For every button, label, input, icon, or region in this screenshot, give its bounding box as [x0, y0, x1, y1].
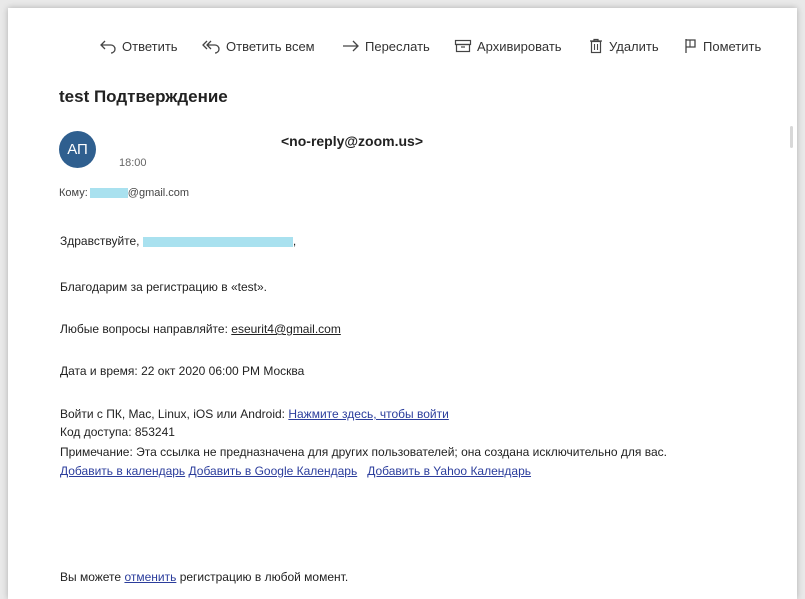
- add-google-calendar-link[interactable]: Добавить в Google Календарь: [189, 464, 358, 478]
- archive-label: Архивировать: [477, 38, 562, 54]
- reply-label: Ответить: [122, 38, 178, 54]
- recipient-row: Кому: @gmail.com: [59, 187, 189, 199]
- flag-icon: [685, 39, 696, 53]
- cancel-registration-link[interactable]: отменить: [124, 570, 176, 584]
- forward-button[interactable]: Переслать: [342, 34, 430, 58]
- archive-icon: [454, 39, 472, 53]
- datetime-line: Дата и время: 22 окт 2020 06:00 PM Москв…: [60, 364, 305, 378]
- questions-line: Любые вопросы направляйте: eseurit4@gmai…: [60, 322, 341, 336]
- join-line: Войти с ПК, Mac, Linux, iOS или Android:…: [60, 407, 449, 421]
- note-line: Примечание: Эта ссылка не предназначена …: [60, 445, 668, 459]
- calendar-links-line: Добавить в календарь Добавить в Google К…: [60, 464, 531, 478]
- thanks-line: Благодарим за регистрацию в «test».: [60, 280, 267, 294]
- reply-button[interactable]: Ответить: [99, 34, 178, 58]
- greeting-line: Здравствуйте, ,: [60, 234, 296, 248]
- avatar-initials: АП: [67, 141, 88, 158]
- reply-icon: [100, 40, 116, 54]
- questions-label: Любые вопросы направляйте:: [60, 322, 228, 336]
- reply-all-button[interactable]: Ответить всем: [201, 34, 315, 58]
- email-window: Ответить Ответить всем Переслать Архивир…: [8, 8, 797, 599]
- reply-all-icon: [202, 40, 220, 54]
- greeting-text: Здравствуйте,: [60, 234, 140, 248]
- redacted-recipient: [89, 188, 128, 198]
- scrollbar-thumb[interactable]: [790, 126, 793, 148]
- message-time: 18:00: [119, 157, 147, 169]
- add-calendar-link[interactable]: Добавить в календарь: [60, 464, 185, 478]
- trash-icon: [590, 38, 602, 54]
- access-code-line: Код доступа: 853241: [60, 425, 175, 439]
- join-link[interactable]: Нажмите здесь, чтобы войти: [288, 407, 448, 421]
- sender-avatar[interactable]: АП: [59, 131, 96, 168]
- to-label: Кому:: [59, 187, 88, 199]
- message-subject: test Подтверждение: [59, 87, 228, 106]
- cancel-line: Вы можете отменить регистрацию в любой м…: [60, 570, 348, 584]
- flag-button[interactable]: Пометить: [684, 34, 761, 58]
- reply-all-label: Ответить всем: [226, 38, 315, 54]
- delete-button[interactable]: Удалить: [588, 34, 659, 58]
- message-toolbar: Ответить Ответить всем Переслать Архивир…: [8, 34, 797, 58]
- forward-arrow-icon: [343, 40, 359, 52]
- archive-button[interactable]: Архивировать: [454, 34, 562, 58]
- sender-address[interactable]: <no-reply@zoom.us>: [281, 133, 423, 149]
- join-label: Войти с ПК, Mac, Linux, iOS или Android:: [60, 407, 285, 421]
- forward-label: Переслать: [365, 38, 430, 54]
- greeting-comma: ,: [292, 234, 297, 248]
- cancel-prefix: Вы можете: [60, 570, 122, 584]
- flag-label: Пометить: [703, 38, 762, 54]
- add-yahoo-calendar-link[interactable]: Добавить в Yahoo Календарь: [367, 464, 531, 478]
- recipient-domain[interactable]: @gmail.com: [128, 187, 189, 199]
- questions-email-link[interactable]: eseurit4@gmail.com: [231, 322, 341, 336]
- redacted-name: [142, 236, 293, 247]
- cancel-suffix: регистрацию в любой момент.: [179, 570, 349, 584]
- delete-label: Удалить: [609, 38, 659, 54]
